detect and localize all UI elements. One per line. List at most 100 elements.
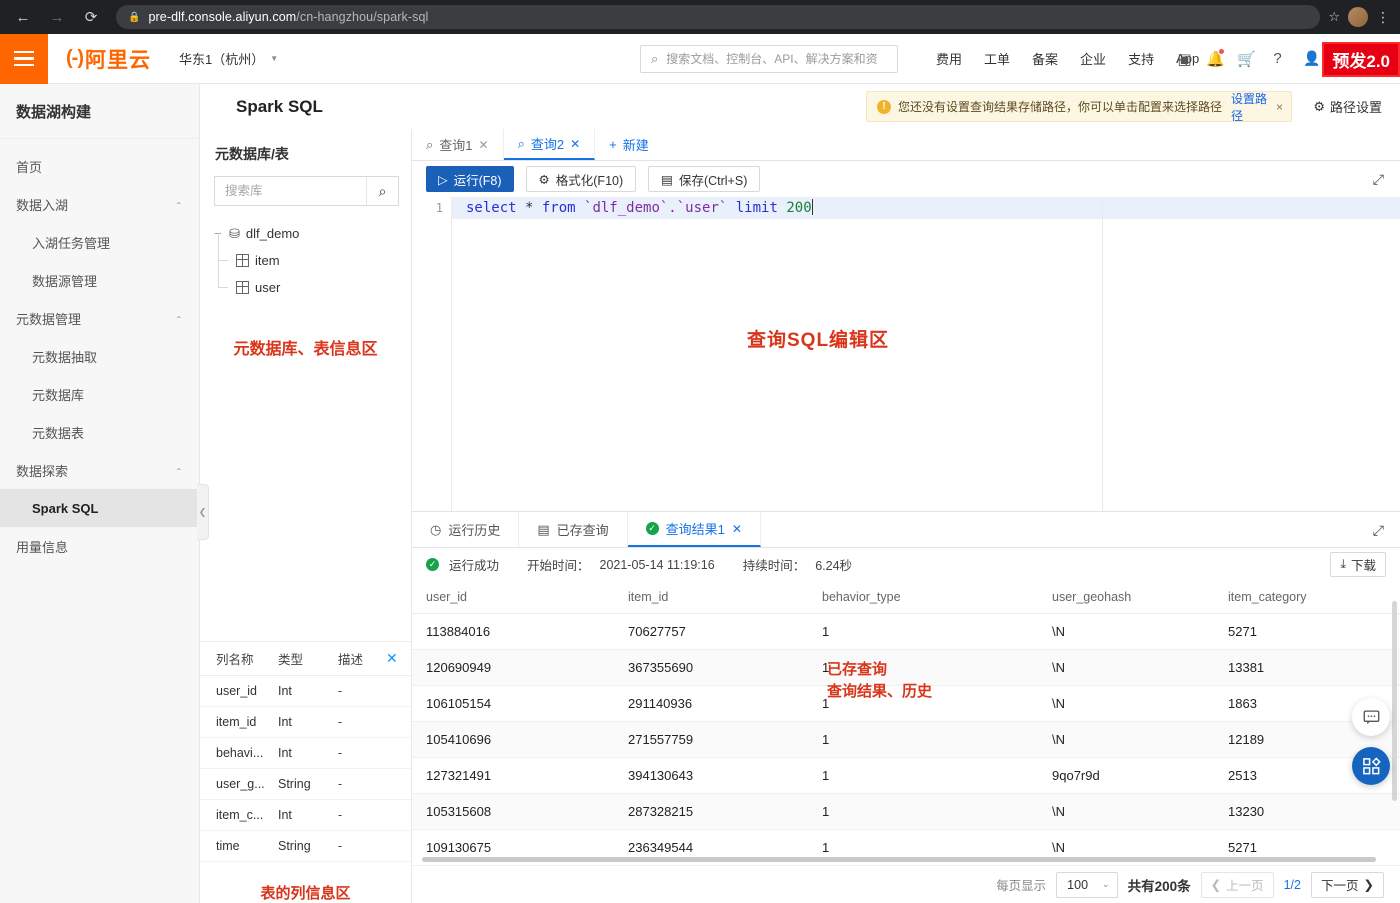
- sidebar-group-metadata[interactable]: 元数据管理 ⌄: [0, 299, 199, 337]
- sidebar-item-metadata-db[interactable]: 元数据库: [0, 375, 199, 413]
- chrome-profile-avatar[interactable]: [1348, 7, 1368, 27]
- browser-back-button[interactable]: ←: [10, 4, 36, 30]
- new-query-label: 新建: [623, 135, 649, 154]
- expand-editor-icon[interactable]: ⤢: [1373, 171, 1384, 188]
- column-type: Int: [278, 715, 338, 729]
- sidebar-item-label: 元数据管理: [16, 309, 81, 328]
- result-grid-wrapper[interactable]: user_id item_id behavior_type user_geoha…: [412, 581, 1400, 865]
- nav-link-icp[interactable]: 备案: [1021, 49, 1069, 68]
- sidebar-collapse-handle[interactable]: ❮: [197, 484, 209, 540]
- editor-body[interactable]: select * from `dlf_demo`.`user` limit 20…: [452, 197, 1400, 511]
- per-page-select[interactable]: 100 ⌄: [1056, 872, 1117, 898]
- metadata-tree: − ⛁ dlf_demo item user: [200, 220, 411, 301]
- nav-link-fee[interactable]: 费用: [925, 49, 973, 68]
- sidebar-item-metadata-extract[interactable]: 元数据抽取: [0, 337, 199, 375]
- sql-code-line[interactable]: select * from `dlf_demo`.`user` limit 20…: [452, 197, 1400, 219]
- star-icon[interactable]: ☆: [1328, 9, 1340, 25]
- cart-icon[interactable]: 🛒: [1237, 50, 1256, 68]
- path-setting-button[interactable]: ⚙ 路径设置: [1313, 97, 1382, 116]
- vertical-scrollbar[interactable]: [1392, 601, 1397, 801]
- sidebar-item-metadata-table[interactable]: 元数据表: [0, 413, 199, 451]
- close-icon[interactable]: ✕: [479, 138, 489, 152]
- browser-reload-button[interactable]: ⟳: [78, 4, 104, 30]
- metadata-search-input[interactable]: [215, 177, 366, 205]
- search-icon[interactable]: ⌕: [366, 177, 398, 205]
- cell-item-id: 367355690: [614, 650, 808, 686]
- metadata-search[interactable]: ⌕: [214, 176, 399, 206]
- column-name: time: [216, 839, 278, 853]
- col-header-item-category[interactable]: item_category: [1214, 581, 1400, 614]
- prev-page-button[interactable]: ❮ 上一页: [1201, 872, 1274, 898]
- column-desc: -: [338, 808, 384, 822]
- save-button[interactable]: ▤ 保存(Ctrl+S): [648, 166, 760, 192]
- play-icon: ▷: [438, 172, 448, 187]
- sql-editor[interactable]: 1 select * from `dlf_demo`.`user` limit …: [412, 197, 1400, 511]
- help-icon[interactable]: ?: [1268, 50, 1287, 67]
- kebab-menu-icon[interactable]: ⋮: [1376, 12, 1390, 22]
- sidebar-item-ingest-task[interactable]: 入湖任务管理: [0, 223, 199, 261]
- sidebar-group-data-explore[interactable]: 数据探索 ⌄: [0, 451, 199, 489]
- cell-user-geohash: 9qo7r9d: [1038, 758, 1214, 794]
- sidebar-item-datasource[interactable]: 数据源管理: [0, 261, 199, 299]
- nav-link-support[interactable]: 支持: [1117, 49, 1165, 68]
- tab-query1[interactable]: ⌕ 查询1 ✕: [412, 129, 504, 160]
- cell-item-id: 291140936: [614, 686, 808, 722]
- browser-forward-button[interactable]: →: [44, 4, 70, 30]
- search-input[interactable]: [666, 52, 887, 66]
- close-icon[interactable]: ×: [1276, 100, 1283, 114]
- terminal-icon[interactable]: ▣: [1175, 50, 1194, 68]
- column-table-header: 列名称 类型 描述 ✕: [200, 642, 411, 676]
- tree-node-table[interactable]: item: [214, 247, 411, 274]
- plus-icon: +: [609, 137, 617, 152]
- region-selector[interactable]: 华东1（杭州） ▼: [179, 49, 278, 68]
- column-desc: -: [338, 839, 384, 853]
- col-header-user-geohash[interactable]: user_geohash: [1038, 581, 1214, 614]
- browser-address-bar[interactable]: 🔒 pre-dlf.console.aliyun.com/cn-hangzhou…: [116, 5, 1320, 29]
- hamburger-menu-icon[interactable]: [0, 34, 48, 84]
- nav-link-enterprise[interactable]: 企业: [1069, 49, 1117, 68]
- clock-icon: ◷: [430, 522, 441, 538]
- metadata-panel: 元数据库/表 ⌕ − ⛁ dlf_demo item: [200, 129, 412, 903]
- nav-link-ticket[interactable]: 工单: [973, 49, 1021, 68]
- run-button[interactable]: ▷ 运行(F8): [426, 166, 514, 192]
- sidebar-item-spark-sql[interactable]: Spark SQL: [0, 489, 199, 527]
- apps-fab-button[interactable]: [1352, 747, 1390, 785]
- download-button[interactable]: ⤓ 下载: [1330, 552, 1386, 577]
- bell-icon[interactable]: 🔔: [1206, 50, 1225, 68]
- expand-results-icon[interactable]: ⤢: [1373, 522, 1384, 539]
- tab-query-result1[interactable]: ✓ 查询结果1 ✕: [628, 512, 761, 547]
- editor-pane: ⌕ 查询1 ✕ ⌕ 查询2 ✕ + 新建: [412, 129, 1400, 903]
- tab-run-history[interactable]: ◷ 运行历史: [412, 512, 519, 547]
- start-time-value: 2021-05-14 11:19:16: [600, 558, 715, 572]
- col-header-behavior-type[interactable]: behavior_type: [808, 581, 1038, 614]
- horizontal-scrollbar[interactable]: [422, 857, 1376, 862]
- aliyun-logo[interactable]: (-) 阿里云: [66, 44, 151, 74]
- sidebar-item-home[interactable]: 首页: [0, 147, 199, 185]
- sidebar-item-usage[interactable]: 用量信息: [0, 527, 199, 565]
- metadata-panel-title: 元数据库/表: [200, 129, 411, 176]
- chat-fab-button[interactable]: [1352, 698, 1390, 736]
- table-row: 127321491 394130643 1 9qo7r9d 2513: [412, 758, 1400, 794]
- result-tab-bar: ◷ 运行历史 ▤ 已存查询 ✓ 查询结果1 ✕ ⤢: [412, 512, 1400, 548]
- tab-query2[interactable]: ⌕ 查询2 ✕: [504, 129, 596, 160]
- sidebar-group-data-ingest[interactable]: 数据入湖 ⌄: [0, 185, 199, 223]
- close-icon[interactable]: ✕: [386, 650, 398, 667]
- col-header-item-id[interactable]: item_id: [614, 581, 808, 614]
- close-icon[interactable]: ✕: [570, 137, 580, 151]
- header-search[interactable]: ⌕: [640, 45, 898, 73]
- next-page-button[interactable]: 下一页 ❯: [1311, 872, 1384, 898]
- user-avatar-icon[interactable]: 👤: [1303, 50, 1320, 67]
- page-title: Spark SQL: [236, 97, 323, 117]
- tree-node-table[interactable]: user: [214, 274, 411, 301]
- cell-user-geohash: \N: [1038, 722, 1214, 758]
- format-button[interactable]: ⚙ 格式化(F10): [526, 166, 637, 192]
- prerelease-badge: 预发2.0: [1322, 42, 1400, 77]
- close-icon[interactable]: ✕: [732, 522, 742, 536]
- set-path-link[interactable]: 设置路径: [1231, 90, 1269, 124]
- new-query-button[interactable]: + 新建: [595, 129, 663, 160]
- column-type: String: [278, 839, 338, 853]
- tab-label: 查询1: [439, 135, 472, 154]
- tree-node-database[interactable]: − ⛁ dlf_demo: [214, 220, 411, 247]
- tab-saved-queries[interactable]: ▤ 已存查询: [519, 512, 627, 547]
- col-header-user-id[interactable]: user_id: [412, 581, 614, 614]
